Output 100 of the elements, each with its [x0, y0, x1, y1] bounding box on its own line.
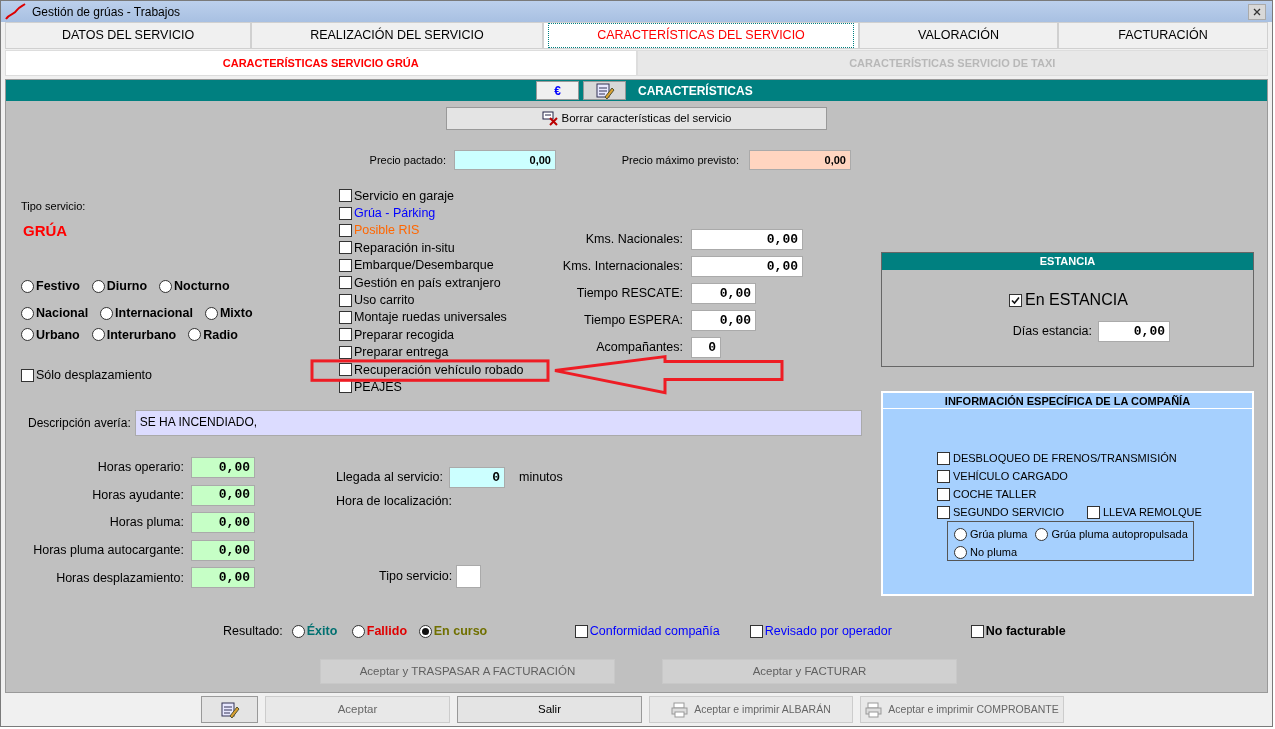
clear-button[interactable]: Borrar características del servicio — [446, 107, 827, 130]
radio-label: No pluma — [970, 544, 1018, 560]
checkbox-label: En ESTANCIA — [1025, 290, 1128, 310]
radio-button[interactable] — [21, 279, 34, 293]
checkbox[interactable] — [937, 487, 950, 501]
field-label: Tipo servicio: — [379, 567, 453, 585]
field-label: Precio pactado: — [368, 152, 447, 168]
checkbox-label: Recuperación vehículo robado — [354, 363, 524, 376]
number-field[interactable]: 0,00 — [191, 457, 255, 478]
number-field[interactable]: 0,00 — [191, 484, 255, 506]
radio-button[interactable] — [100, 306, 114, 320]
tab[interactable]: REALIZACIÓN DEL SERVICIO — [251, 22, 543, 49]
checkbox-label: Gestión en país extranjero — [354, 276, 501, 289]
checkbox[interactable] — [1087, 505, 1100, 519]
radio-button[interactable] — [291, 624, 305, 638]
radio-label: En curso — [433, 622, 488, 640]
notepad-button[interactable] — [201, 696, 258, 723]
checkbox[interactable] — [339, 206, 352, 220]
radio-button[interactable] — [91, 328, 105, 342]
checkbox-label: Sólo desplazamiento — [36, 367, 153, 385]
checkbox-label: Servicio en garaje — [354, 189, 455, 202]
field-label: Horas pluma: — [108, 514, 185, 532]
tab[interactable]: DATOS DEL SERVICIO — [5, 22, 251, 49]
number-field[interactable]: 0,00 — [1098, 321, 1170, 342]
number-field[interactable]: 0,00 — [691, 283, 756, 304]
number-field[interactable]: 0,00 — [691, 229, 803, 250]
panel-title: ESTANCIA — [882, 253, 1253, 270]
price-field[interactable]: 0,00 — [749, 150, 851, 170]
number-field[interactable]: 0,00 — [191, 567, 255, 589]
checkbox[interactable] — [749, 624, 763, 638]
radio-label: Éxito — [306, 622, 338, 640]
printer-icon — [865, 701, 883, 718]
radio-label: Grúa pluma — [970, 526, 1028, 542]
currency-button[interactable]: € — [536, 81, 579, 100]
field-label: Kms. Nacionales: — [584, 231, 684, 249]
number-field[interactable]: 0 — [691, 337, 721, 358]
checkbox-label: Embarque/Desembarque — [354, 259, 494, 272]
radio-button[interactable] — [1035, 527, 1049, 541]
checkbox-label: SEGUNDO SERVICIO — [953, 504, 1065, 520]
radio-button[interactable] — [954, 527, 967, 541]
tab[interactable]: VALORACIÓN — [859, 22, 1058, 49]
field-label: Kms. Internacionales: — [561, 258, 684, 276]
field-label: Tipo servicio: — [21, 199, 87, 214]
checkbox[interactable] — [339, 258, 352, 272]
checkbox[interactable] — [339, 328, 352, 342]
tab[interactable]: FACTURACIÓN — [1058, 22, 1268, 49]
checkbox[interactable] — [339, 310, 352, 324]
tab[interactable]: CARACTERÍSTICAS DEL SERVICIO — [543, 22, 859, 49]
number-field[interactable]: 0,00 — [191, 539, 255, 561]
field-label: Acompañantes: — [595, 339, 684, 357]
checkbox[interactable] — [937, 505, 950, 519]
number-field[interactable]: 0,00 — [691, 310, 756, 331]
notepad-button[interactable] — [583, 81, 626, 100]
service-type-field[interactable] — [456, 564, 482, 588]
checkbox-label: No facturable — [985, 622, 1066, 640]
number-field[interactable]: 0 — [449, 467, 505, 488]
field-label: Hora de localización: — [336, 493, 454, 510]
checkbox[interactable] — [339, 363, 352, 377]
description-field[interactable]: SE HA INCENDIADO, — [134, 410, 862, 436]
checkbox[interactable] — [339, 345, 352, 359]
checkbox[interactable] — [339, 293, 352, 307]
checkbox[interactable] — [937, 469, 950, 483]
checkbox[interactable] — [970, 624, 984, 638]
panel-title: INFORMACIÓN ESPECÍFICA DE LA COMPAÑÍA — [883, 393, 1252, 409]
radio-label: Radio — [203, 326, 238, 344]
tab[interactable]: CARACTERÍSTICAS SERVICIO GRÚA — [5, 50, 637, 76]
field-label: Días estancia: — [1011, 323, 1093, 341]
footer-button[interactable]: Salir — [457, 696, 642, 723]
radio-button[interactable] — [91, 279, 105, 293]
checkbox[interactable] — [339, 276, 352, 290]
number-field[interactable]: 0,00 — [191, 512, 255, 534]
number-field[interactable]: 0,00 — [691, 256, 803, 277]
checkbox[interactable] — [339, 223, 352, 237]
field-label: Descripción avería: — [28, 415, 131, 432]
checkbox-label: Posible RIS — [354, 224, 420, 237]
section-title: CARACTERÍSTICAS — [638, 82, 753, 100]
radio-button[interactable] — [21, 306, 34, 320]
radio-button[interactable] — [954, 545, 967, 559]
radio-button[interactable] — [159, 279, 173, 293]
field-label: Resultado: — [223, 622, 283, 640]
checkbox[interactable] — [21, 369, 34, 383]
radio-button[interactable] — [418, 624, 432, 638]
radio-label: Mixto — [219, 304, 253, 322]
radio-button[interactable] — [351, 624, 365, 638]
close-button[interactable] — [1248, 3, 1266, 20]
radio-button[interactable] — [204, 306, 218, 320]
checkbox[interactable] — [339, 189, 352, 203]
radio-button[interactable] — [188, 328, 202, 342]
checkbox[interactable] — [1009, 293, 1022, 307]
field-label: Tiempo RESCATE: — [575, 285, 684, 303]
notepad-icon — [219, 700, 240, 719]
price-field[interactable]: 0,00 — [454, 150, 556, 170]
radio-button[interactable] — [21, 328, 34, 342]
checkbox[interactable] — [574, 624, 588, 638]
radio-label: Interurbano — [106, 326, 177, 344]
checkbox[interactable] — [339, 241, 352, 255]
radio-label: Diurno — [106, 278, 148, 295]
window-title: Gestión de grúas - Trabajos — [32, 3, 181, 21]
radio-label: Grúa pluma autopropulsada — [1051, 526, 1188, 542]
checkbox[interactable] — [937, 451, 950, 465]
